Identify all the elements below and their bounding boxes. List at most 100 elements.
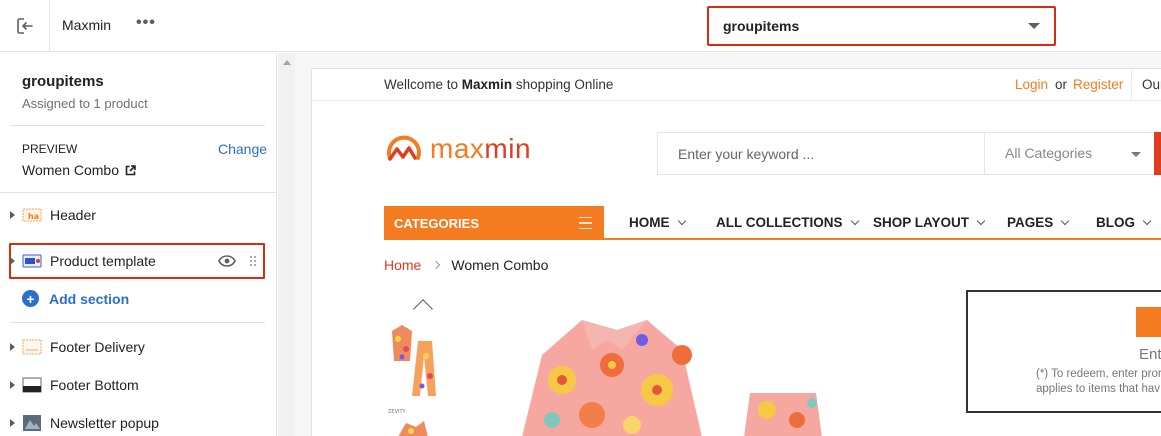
main-nav: CATEGORIES HOME ALL COLLECTIONS SHOP LAY… [384, 206, 1161, 240]
chevron-right-icon [432, 260, 441, 270]
eye-icon[interactable] [218, 255, 236, 267]
chevron-down-icon [1061, 216, 1070, 225]
thumbnail-prev-arrow-icon[interactable] [413, 299, 433, 319]
template-assignment: Assigned to 1 product [22, 96, 148, 111]
section-footer-delivery[interactable]: Footer Delivery [0, 329, 276, 365]
sections-sidebar: groupitems Assigned to 1 product PREVIEW… [0, 53, 277, 436]
product-thumbnail[interactable]: ZEVITY [386, 407, 458, 436]
divider [10, 322, 265, 323]
search-button[interactable] [1154, 132, 1161, 175]
preview-label: PREVIEW [22, 142, 78, 156]
store-logo[interactable]: maxmin [384, 132, 531, 166]
nav-label: BLOG [1096, 215, 1135, 230]
chevron-down-icon [677, 216, 686, 225]
template-select[interactable]: groupitems [707, 6, 1056, 46]
product-template-icon [22, 254, 42, 268]
section-footer-bottom[interactable]: Footer Bottom [0, 367, 276, 403]
welcome-prefix: Wellcome to [384, 77, 459, 92]
categories-menu-button[interactable]: CATEGORIES [384, 206, 604, 240]
welcome-brand: Maxmin [461, 77, 513, 92]
logo-mark-icon [387, 135, 421, 161]
logo-text-prefix: max [430, 133, 485, 164]
login-link[interactable]: Login [1015, 77, 1048, 92]
template-select-value: groupitems [723, 18, 800, 34]
add-section-button[interactable]: + Add section [22, 290, 129, 307]
store-topbar: Wellcome to Maxmin shopping Online Login… [312, 69, 1161, 101]
svg-text:ha: ha [28, 212, 39, 221]
logo-text-suffix: min [484, 133, 532, 164]
logo-text: maxmin [430, 133, 531, 165]
caret-right-icon [10, 343, 15, 351]
plus-circle-icon: + [22, 290, 39, 307]
chevron-down-icon [1142, 216, 1152, 225]
chevron-down-icon [1131, 152, 1141, 157]
section-label: Product template [50, 253, 156, 269]
exit-editor-button[interactable] [0, 0, 50, 52]
welcome-suffix: shopping Online [515, 77, 614, 92]
promo-note: (*) To redeem, enter pror applies to ite… [1036, 367, 1161, 397]
topbar-truncated-link[interactable]: Our [1142, 77, 1161, 92]
breadcrumb-current: Women Combo [451, 257, 549, 273]
svg-text:ZEVITY: ZEVITY [388, 409, 407, 415]
product-main-image[interactable] [482, 295, 938, 436]
register-link[interactable]: Register [1073, 77, 1123, 92]
caret-right-icon [10, 381, 15, 389]
scroll-up-arrow-icon[interactable] [283, 60, 291, 65]
footer-bottom-icon [22, 377, 42, 393]
nav-item-shop-layout[interactable]: SHOP LAYOUT [873, 215, 986, 230]
chevron-down-icon [1028, 23, 1040, 29]
nav-label: HOME [629, 215, 670, 230]
chevron-down-icon [976, 216, 986, 225]
section-newsletter-popup[interactable]: Newsletter popup [0, 405, 276, 436]
promo-enter-text: Ente [1139, 346, 1161, 363]
nav-label: ALL COLLECTIONS [716, 215, 843, 230]
newsletter-popup-icon [23, 415, 41, 431]
search-input[interactable] [658, 133, 985, 174]
storefront-preview: Wellcome to Maxmin shopping Online Login… [311, 68, 1161, 436]
nav-item-all-collections[interactable]: ALL COLLECTIONS [716, 215, 859, 230]
nav-label: PAGES [1007, 215, 1054, 230]
section-label: Header [50, 207, 96, 223]
nav-item-home[interactable]: HOME [629, 215, 686, 230]
store-search: All Categories [657, 132, 1161, 175]
drag-handle-icon[interactable] [249, 255, 257, 267]
breadcrumb-home[interactable]: Home [384, 257, 421, 273]
store-name: Maxmin [62, 17, 112, 33]
promo-button[interactable] [1136, 307, 1161, 337]
category-select[interactable]: All Categories [1005, 145, 1092, 161]
section-product-template[interactable]: Product template [0, 243, 276, 279]
template-title: groupitems [22, 73, 104, 90]
header-section-icon: ha [22, 208, 42, 222]
preview-product-name: Women Combo [22, 162, 120, 178]
caret-right-icon [10, 419, 15, 427]
add-section-label: Add section [49, 290, 130, 307]
nav-label: SHOP LAYOUT [873, 215, 970, 230]
nav-item-blog[interactable]: BLOG [1096, 215, 1152, 230]
section-header[interactable]: ha Header [0, 197, 276, 233]
caret-right-icon [10, 257, 15, 265]
divider [1131, 69, 1132, 101]
external-link-icon [125, 164, 136, 175]
footer-delivery-icon [22, 339, 42, 355]
section-label: Footer Bottom [50, 377, 139, 393]
exit-icon [16, 18, 33, 34]
nav-item-pages[interactable]: PAGES [1007, 215, 1070, 230]
divider [0, 192, 276, 193]
or-text: or [1055, 77, 1068, 92]
chevron-down-icon [850, 216, 859, 225]
preview-product[interactable]: Women Combo [22, 162, 136, 178]
section-label: Footer Delivery [50, 339, 145, 355]
section-label: Newsletter popup [50, 415, 159, 431]
sidebar-scrollbar[interactable] [278, 53, 295, 436]
categories-label: CATEGORIES [394, 215, 479, 231]
menu-icon [579, 217, 592, 229]
product-thumbnail[interactable] [386, 321, 458, 401]
breadcrumb: Home Women Combo [384, 257, 548, 273]
welcome-message: Wellcome to Maxmin shopping Online [384, 77, 613, 92]
caret-right-icon [10, 211, 15, 219]
promo-code-box: Ente (*) To redeem, enter pror applies t… [966, 290, 1161, 413]
promo-note-line: (*) To redeem, enter pror [1036, 368, 1161, 380]
change-preview-link[interactable]: Change [218, 141, 267, 157]
promo-note-line: applies to items that hav [1036, 383, 1161, 395]
more-actions-button[interactable]: ••• [136, 14, 156, 32]
